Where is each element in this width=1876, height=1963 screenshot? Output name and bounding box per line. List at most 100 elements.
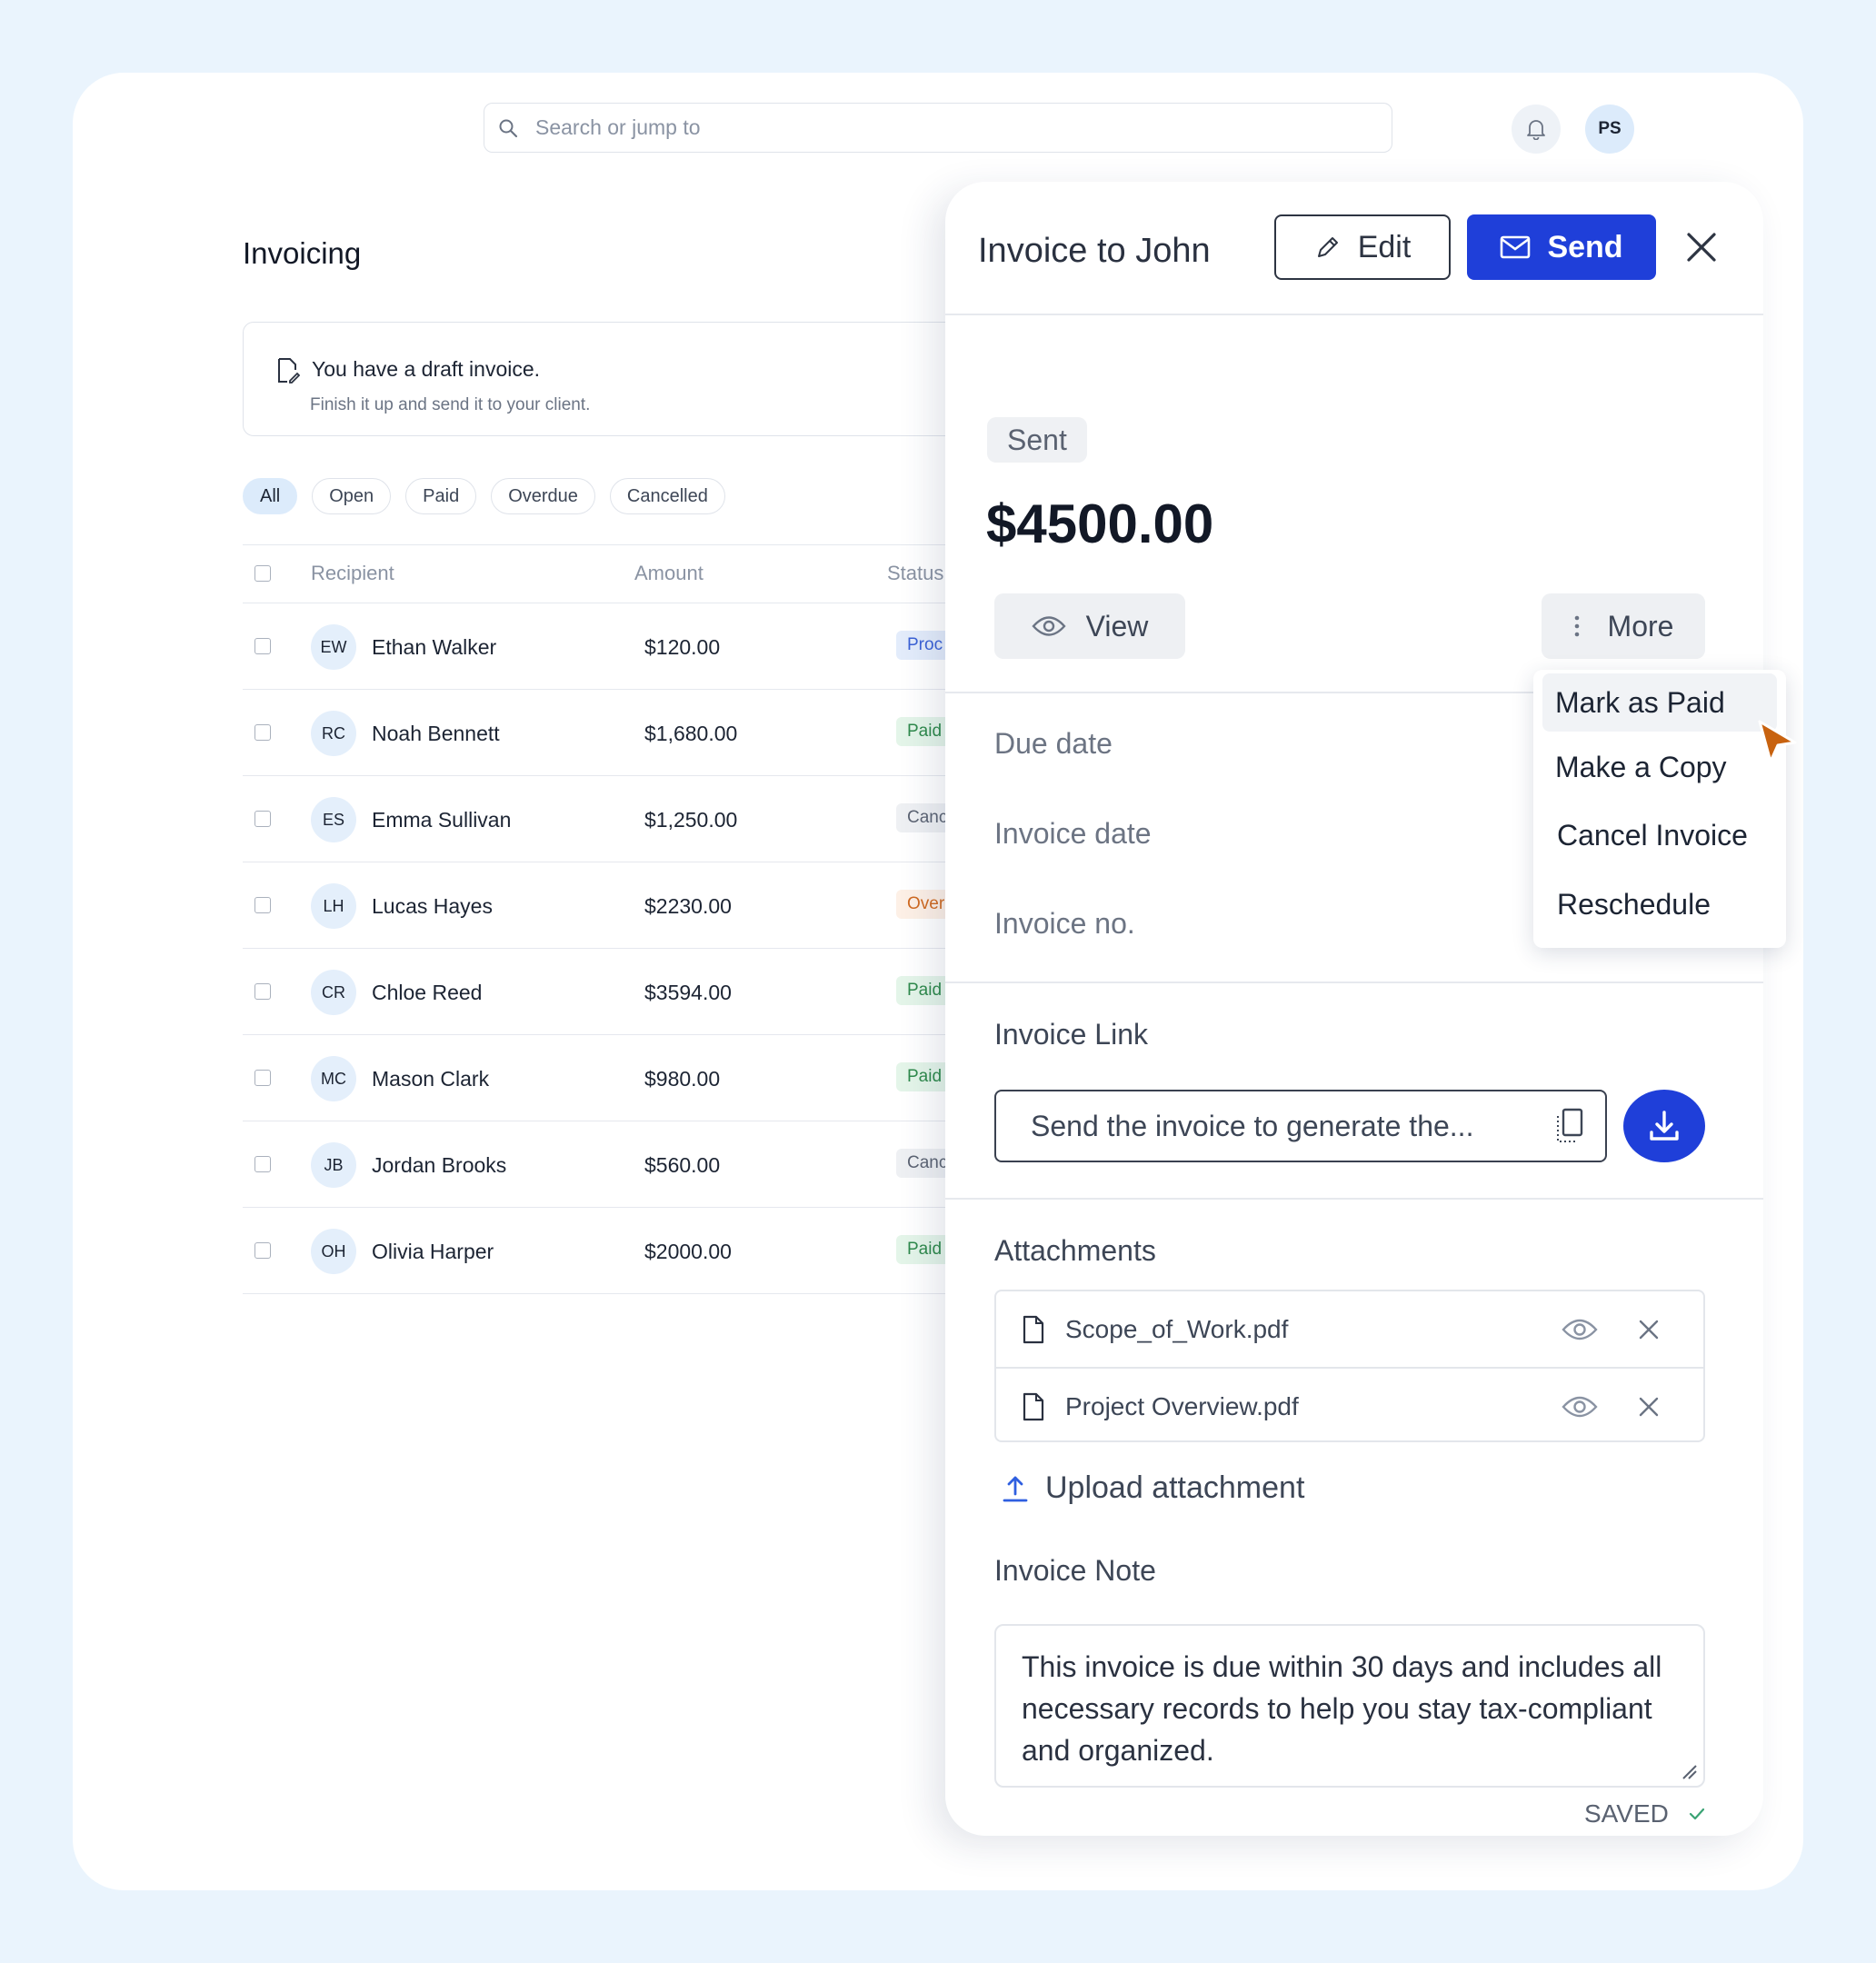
divider bbox=[945, 314, 1763, 315]
recipient-name: Ethan Walker bbox=[372, 635, 497, 659]
user-avatar[interactable]: PS bbox=[1585, 105, 1634, 154]
edit-button[interactable]: Edit bbox=[1274, 214, 1451, 280]
draft-subtitle: Finish it up and send it to your client. bbox=[310, 395, 591, 414]
menu-item-make-a-copy[interactable]: Make a Copy bbox=[1555, 751, 1727, 784]
row-checkbox[interactable] bbox=[254, 638, 271, 654]
document-edit-icon bbox=[278, 358, 300, 384]
recipient-name: Jordan Brooks bbox=[372, 1153, 507, 1177]
invoice-total: $4500.00 bbox=[986, 493, 1214, 554]
row-checkbox[interactable] bbox=[254, 1156, 271, 1172]
edit-label: Edit bbox=[1357, 229, 1412, 264]
attachment-item[interactable]: Scope_of_Work.pdf bbox=[996, 1291, 1705, 1367]
status-filters: All Open Paid Overdue Cancelled bbox=[243, 478, 725, 514]
recipient-avatar: LH bbox=[311, 883, 356, 929]
column-recipient[interactable]: Recipient bbox=[311, 562, 394, 585]
row-checkbox[interactable] bbox=[254, 811, 271, 827]
mail-icon bbox=[1501, 235, 1531, 259]
menu-item-reschedule[interactable]: Reschedule bbox=[1557, 888, 1711, 922]
filter-open[interactable]: Open bbox=[312, 478, 392, 514]
invoice-link-field[interactable] bbox=[994, 1090, 1607, 1162]
attachments-label: Attachments bbox=[994, 1234, 1156, 1267]
more-label: More bbox=[1607, 609, 1674, 643]
bell-icon bbox=[1527, 120, 1545, 140]
row-checkbox[interactable] bbox=[254, 724, 271, 741]
filter-all[interactable]: All bbox=[243, 478, 298, 514]
draft-invoice-banner[interactable]: You have a draft invoice. Finish it up a… bbox=[243, 322, 1061, 436]
panel-title: Invoice to John bbox=[978, 232, 1211, 270]
recipient-avatar: MC bbox=[311, 1056, 356, 1101]
column-amount[interactable]: Amount bbox=[634, 562, 704, 585]
search-icon bbox=[499, 119, 518, 137]
invoice-amount: $120.00 bbox=[644, 635, 721, 659]
eye-icon[interactable] bbox=[1562, 1317, 1598, 1342]
send-button[interactable]: Send bbox=[1467, 214, 1656, 280]
view-button[interactable]: View bbox=[994, 593, 1185, 659]
row-checkbox[interactable] bbox=[254, 1070, 271, 1086]
app-window: PS Invoicing You have a draft invoice. F… bbox=[73, 73, 1803, 1890]
recipient-name: Chloe Reed bbox=[372, 981, 483, 1004]
invoice-link-label: Invoice Link bbox=[994, 1018, 1148, 1051]
eye-icon[interactable] bbox=[1562, 1394, 1598, 1420]
draft-title: You have a draft invoice. bbox=[312, 357, 541, 381]
pencil-icon bbox=[1317, 237, 1338, 257]
attachment-item[interactable]: Project Overview.pdf bbox=[996, 1369, 1705, 1444]
divider bbox=[945, 1198, 1763, 1200]
download-button[interactable] bbox=[1623, 1090, 1705, 1162]
column-status[interactable]: Status bbox=[887, 562, 943, 585]
saved-label: SAVED bbox=[1584, 1799, 1669, 1828]
recipient-name: Olivia Harper bbox=[372, 1240, 494, 1263]
recipient-avatar: EW bbox=[311, 624, 356, 670]
check-icon bbox=[1689, 1808, 1704, 1820]
close-button[interactable] bbox=[1681, 227, 1721, 267]
row-checkbox[interactable] bbox=[254, 897, 271, 913]
more-dropdown-menu: Mark as Paid Make a Copy Cancel Invoice … bbox=[1533, 670, 1786, 948]
invoice-amount: $980.00 bbox=[644, 1067, 721, 1091]
filter-overdue[interactable]: Overdue bbox=[491, 478, 595, 514]
invoice-note-label: Invoice Note bbox=[994, 1554, 1156, 1587]
recipient-name: Noah Bennett bbox=[372, 722, 500, 745]
menu-item-cancel-invoice[interactable]: Cancel Invoice bbox=[1557, 819, 1748, 852]
send-label: Send bbox=[1547, 229, 1623, 264]
notifications-button[interactable] bbox=[1512, 105, 1561, 154]
invoice-amount: $3594.00 bbox=[644, 981, 732, 1004]
filter-paid[interactable]: Paid bbox=[405, 478, 477, 514]
recipient-avatar: OH bbox=[311, 1229, 356, 1274]
invoice-amount: $2230.00 bbox=[644, 894, 732, 918]
attachments-list: Scope_of_Work.pdf Project Overview.pdf bbox=[994, 1290, 1705, 1442]
search-input[interactable] bbox=[534, 115, 1392, 141]
copy-icon[interactable] bbox=[1554, 1107, 1587, 1145]
saved-indicator: SAVED bbox=[1584, 1799, 1705, 1828]
invoice-date-label: Invoice date bbox=[994, 817, 1152, 850]
upload-attachment-button[interactable]: Upload attachment bbox=[1002, 1470, 1304, 1506]
remove-icon[interactable] bbox=[1638, 1319, 1660, 1340]
due-date-label: Due date bbox=[994, 727, 1113, 760]
close-icon bbox=[1687, 233, 1716, 262]
menu-item-mark-as-paid[interactable]: Mark as Paid bbox=[1542, 673, 1777, 732]
more-vertical-icon bbox=[1574, 615, 1579, 637]
status-badge: Sent bbox=[987, 417, 1087, 463]
status-badge: Paid bbox=[896, 976, 953, 1005]
status-badge: Paid bbox=[896, 1062, 953, 1091]
more-button[interactable]: More bbox=[1542, 593, 1705, 659]
invoice-amount: $1,680.00 bbox=[644, 722, 738, 745]
search-bar[interactable] bbox=[484, 103, 1392, 153]
invoice-amount: $2000.00 bbox=[644, 1240, 732, 1263]
row-checkbox[interactable] bbox=[254, 983, 271, 1000]
mouse-cursor-icon bbox=[1758, 720, 1797, 763]
select-all-checkbox[interactable] bbox=[254, 565, 271, 582]
remove-icon[interactable] bbox=[1638, 1396, 1660, 1418]
recipient-name: Mason Clark bbox=[372, 1067, 490, 1091]
invoice-note-textarea[interactable]: This invoice is due within 30 days and i… bbox=[994, 1624, 1705, 1788]
file-icon bbox=[1023, 1392, 1044, 1420]
recipient-avatar: CR bbox=[311, 970, 356, 1015]
page-title: Invoicing bbox=[243, 236, 362, 270]
resize-handle-icon[interactable] bbox=[1680, 1762, 1698, 1780]
row-checkbox[interactable] bbox=[254, 1242, 271, 1259]
invoice-link-input[interactable] bbox=[1029, 1108, 1554, 1144]
attachment-name: Scope_of_Work.pdf bbox=[1065, 1314, 1289, 1343]
eye-icon bbox=[1031, 616, 1066, 636]
recipient-name: Emma Sullivan bbox=[372, 808, 512, 832]
invoice-note-text: This invoice is due within 30 days and i… bbox=[1022, 1650, 1662, 1767]
upload-icon bbox=[1003, 1476, 1028, 1501]
filter-cancelled[interactable]: Cancelled bbox=[609, 478, 725, 514]
